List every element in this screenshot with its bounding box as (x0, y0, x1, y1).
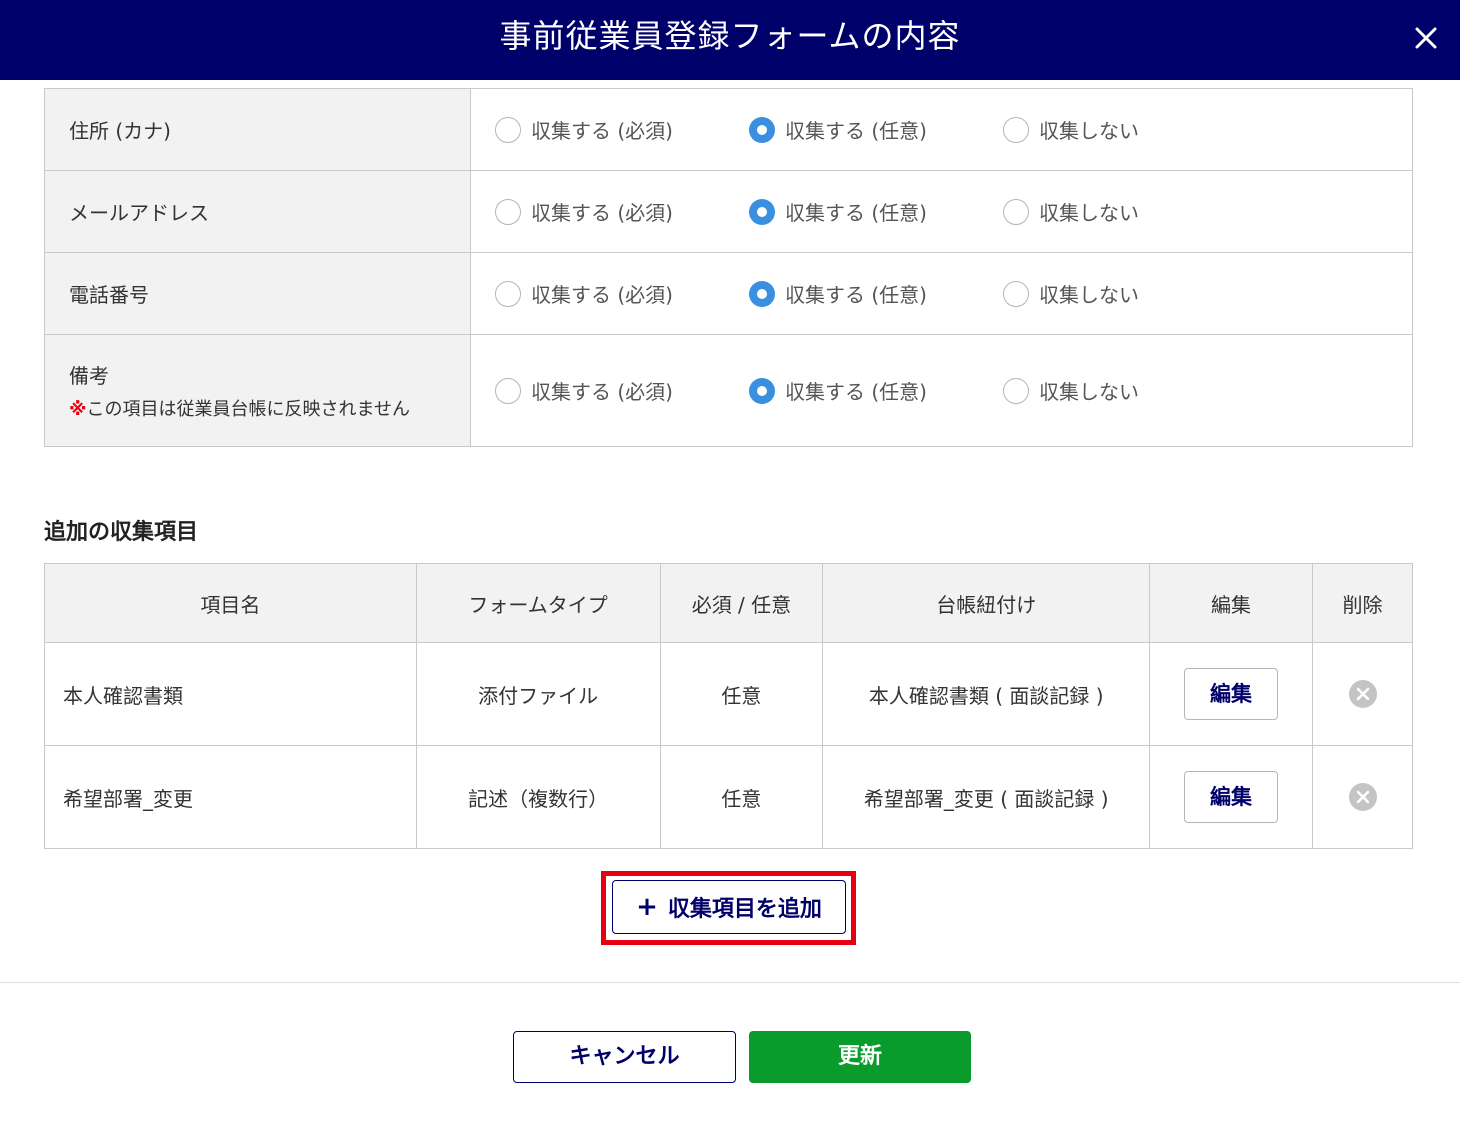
radio-button[interactable] (1003, 280, 1029, 307)
radio-not-collect[interactable]: 収集しない (1003, 115, 1139, 144)
radio-button[interactable] (1003, 377, 1029, 404)
column-header-required: 必須 / 任意 (659, 563, 824, 643)
table-header-row: 項目名 フォームタイプ 必須 / 任意 台帳紐付け 編集 削除 (44, 563, 1413, 643)
radio-label: 収集する (必須) (531, 380, 673, 404)
close-icon[interactable] (1406, 18, 1446, 58)
delete-icon[interactable] (1348, 679, 1378, 709)
radio-required[interactable]: 収集する (必須) (495, 197, 749, 226)
radio-label: 収集する (任意) (785, 283, 927, 307)
delete-icon[interactable] (1348, 782, 1378, 812)
settings-row: 住所 (カナ) 収集する (必須) 収集する (任意) 収集しない (44, 88, 1413, 171)
field-label: 住所 (カナ) (69, 119, 171, 143)
form-type-cell: 記述（複数行） (415, 745, 661, 849)
note-text: この項目は従業員台帳に反映されません (86, 399, 410, 420)
collect-options-cell: 収集する (必須) 収集する (任意) 収集しない (470, 88, 1413, 171)
radio-button[interactable] (495, 377, 521, 404)
ledger-link-cell: 本人確認書類 ( 面談記録 ) (822, 642, 1151, 746)
radio-required[interactable]: 収集する (必須) (495, 376, 749, 405)
radio-button[interactable] (1003, 116, 1029, 143)
add-collect-item-button[interactable]: + 収集項目を追加 (612, 880, 846, 934)
dialog-title: 事前従業員登録フォームの内容 (499, 17, 961, 55)
field-label-cell: 電話番号 (44, 252, 471, 335)
column-header-ledger-link: 台帳紐付け (822, 563, 1151, 643)
radio-optional[interactable]: 収集する (任意) (749, 197, 1003, 226)
radio-label: 収集しない (1039, 201, 1139, 225)
required-cell: 任意 (659, 642, 824, 746)
delete-cell (1312, 642, 1413, 746)
radio-required[interactable]: 収集する (必須) (495, 115, 749, 144)
radio-label: 収集する (必須) (531, 201, 673, 225)
edit-cell: 編集 (1149, 745, 1314, 849)
radio-required[interactable]: 収集する (必須) (495, 279, 749, 308)
field-label-cell: 住所 (カナ) (44, 88, 471, 171)
additional-items-table: 項目名 フォームタイプ 必須 / 任意 台帳紐付け 編集 削除 本人確認書類 添… (44, 563, 1413, 849)
radio-button[interactable] (1003, 198, 1029, 225)
settings-row: メールアドレス 収集する (必須) 収集する (任意) 収集しない (44, 170, 1413, 253)
column-header-edit: 編集 (1149, 563, 1314, 643)
item-name-cell: 本人確認書類 (44, 642, 417, 746)
collect-radio-group: 収集する (必須) 収集する (任意) 収集しない (495, 115, 1412, 144)
radio-button[interactable] (749, 377, 775, 404)
collect-settings-table: 住所 (カナ) 収集する (必須) 収集する (任意) 収集しない メールアドレス 収集す… (44, 88, 1413, 447)
add-collect-item-label: 収集項目を追加 (667, 897, 822, 922)
settings-row: 備考 ※この項目は従業員台帳に反映されません 収集する (必須) 収集する (任意) 収… (44, 334, 1413, 447)
collect-options-cell: 収集する (必須) 収集する (任意) 収集しない (470, 170, 1413, 253)
radio-optional[interactable]: 収集する (任意) (749, 279, 1003, 308)
table-row: 希望部署_変更 記述（複数行） 任意 希望部署_変更 ( 面談記録 ) 編集 (44, 745, 1413, 849)
collect-options-cell: 収集する (必須) 収集する (任意) 収集しない (470, 334, 1413, 447)
field-label-cell: メールアドレス (44, 170, 471, 253)
radio-not-collect[interactable]: 収集しない (1003, 376, 1139, 405)
radio-button[interactable] (495, 280, 521, 307)
radio-label: 収集する (必須) (531, 119, 673, 143)
note-mark: ※ (69, 399, 87, 420)
field-label: 電話番号 (69, 283, 149, 307)
radio-optional[interactable]: 収集する (任意) (749, 115, 1003, 144)
field-label-cell: 備考 ※この項目は従業員台帳に反映されません (44, 334, 471, 447)
required-cell: 任意 (659, 745, 824, 849)
additional-items-heading: 追加の収集項目 (44, 520, 199, 545)
radio-label: 収集する (必須) (531, 283, 673, 307)
field-label: メールアドレス (69, 201, 209, 225)
radio-label: 収集しない (1039, 283, 1139, 307)
radio-label: 収集する (任意) (785, 201, 927, 225)
column-header-item-name: 項目名 (44, 563, 417, 643)
delete-cell (1312, 745, 1413, 849)
column-header-delete: 削除 (1312, 563, 1413, 643)
field-note: ※この項目は従業員台帳に反映されません (69, 395, 470, 421)
edit-button[interactable]: 編集 (1184, 771, 1279, 823)
radio-not-collect[interactable]: 収集しない (1003, 197, 1139, 226)
cancel-button[interactable]: キャンセル (513, 1031, 736, 1083)
radio-button[interactable] (749, 198, 775, 225)
radio-button[interactable] (749, 116, 775, 143)
footer-divider (0, 982, 1460, 983)
update-button[interactable]: 更新 (749, 1031, 971, 1083)
column-header-form-type: フォームタイプ (415, 563, 661, 643)
collect-radio-group: 収集する (必須) 収集する (任意) 収集しない (495, 279, 1412, 308)
radio-label: 収集しない (1039, 380, 1139, 404)
settings-row: 電話番号 収集する (必須) 収集する (任意) 収集しない (44, 252, 1413, 335)
radio-optional[interactable]: 収集する (任意) (749, 376, 1003, 405)
radio-button[interactable] (749, 280, 775, 307)
collect-options-cell: 収集する (必須) 収集する (任意) 収集しない (470, 252, 1413, 335)
radio-label: 収集する (任意) (785, 119, 927, 143)
dialog-header: 事前従業員登録フォームの内容 (0, 0, 1460, 80)
field-label: 備考 (69, 364, 109, 388)
radio-label: 収集しない (1039, 119, 1139, 143)
form-type-cell: 添付ファイル (415, 642, 661, 746)
table-row: 本人確認書類 添付ファイル 任意 本人確認書類 ( 面談記録 ) 編集 (44, 642, 1413, 746)
radio-not-collect[interactable]: 収集しない (1003, 279, 1139, 308)
edit-cell: 編集 (1149, 642, 1314, 746)
radio-button[interactable] (495, 116, 521, 143)
plus-icon: + (636, 892, 658, 922)
collect-radio-group: 収集する (必須) 収集する (任意) 収集しない (495, 376, 1412, 405)
collect-radio-group: 収集する (必須) 収集する (任意) 収集しない (495, 197, 1412, 226)
radio-button[interactable] (495, 198, 521, 225)
edit-button[interactable]: 編集 (1184, 668, 1279, 720)
ledger-link-cell: 希望部署_変更 ( 面談記録 ) (822, 745, 1151, 849)
item-name-cell: 希望部署_変更 (44, 745, 417, 849)
radio-label: 収集する (任意) (785, 380, 927, 404)
